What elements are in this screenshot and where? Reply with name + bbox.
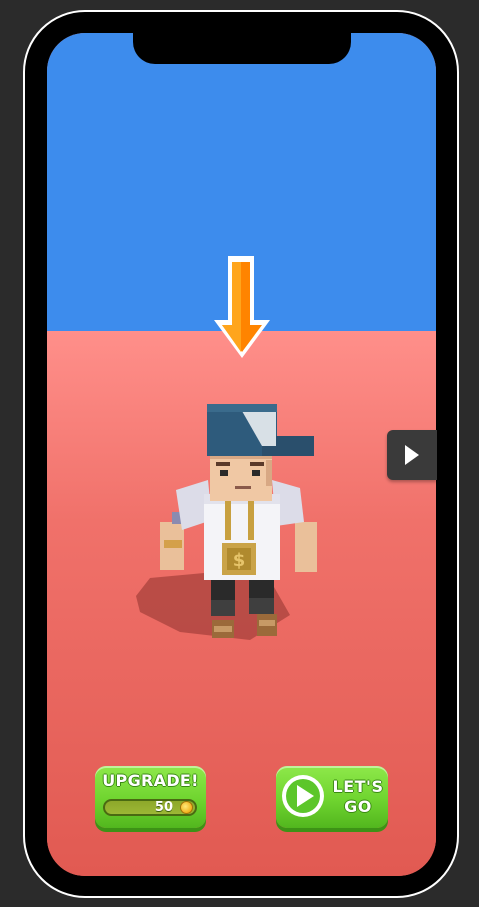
coin-icon: [180, 801, 193, 814]
head: [210, 453, 272, 501]
upgrade-button[interactable]: UPGRADE! 50: [95, 766, 206, 828]
next-arrow-icon: [405, 445, 419, 465]
lets-go-button[interactable]: LET'S GO: [276, 766, 388, 828]
right-arm: [295, 522, 317, 572]
svg-text:$: $: [233, 550, 246, 571]
lets-go-line2: GO: [344, 797, 372, 816]
upgrade-label: UPGRADE!: [102, 771, 199, 790]
upgrade-price-bar: 50: [103, 799, 197, 816]
lets-go-label: LET'S GO: [328, 777, 388, 817]
upgrade-cost: 50: [154, 800, 173, 815]
down-arrow-icon: [214, 256, 270, 358]
lets-go-line1: LET'S: [332, 777, 384, 796]
next-character-button[interactable]: [387, 430, 437, 480]
gold-chain: [225, 500, 231, 540]
play-icon: [282, 775, 324, 817]
